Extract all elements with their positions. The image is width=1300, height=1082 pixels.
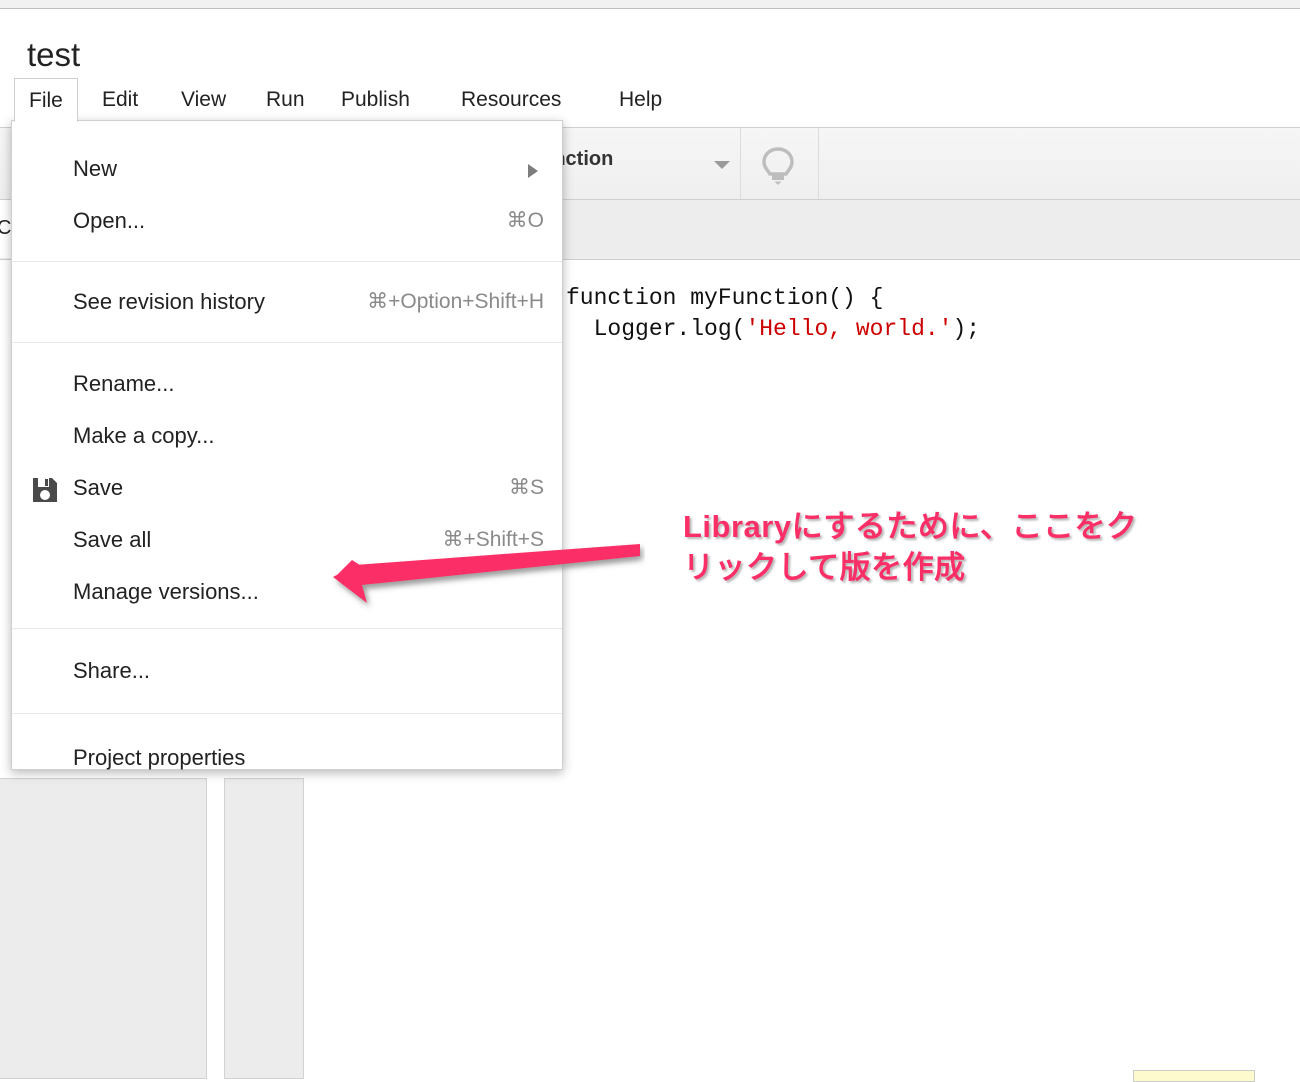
toolbar-divider (740, 128, 741, 199)
menu-item-label: Make a copy... (73, 423, 215, 448)
menu-item-label: Manage versions... (73, 579, 259, 604)
menubar-item-view[interactable]: View (167, 78, 240, 122)
menubar-item-run[interactable]: Run (252, 78, 319, 122)
menu-item-rename[interactable]: Rename... (12, 358, 562, 410)
save-floppy-icon (31, 474, 59, 502)
menubar-item-resources[interactable]: Resources (447, 78, 575, 122)
annotation-text: Libraryにするために、ここをク リックして版を作成 (683, 506, 1137, 588)
menu-group: Share... (12, 629, 562, 714)
menu-item-shortcut: ⌘O (506, 209, 544, 232)
menu-item-open[interactable]: Open... ⌘O (12, 195, 562, 247)
menubar-item-label: Publish (341, 88, 410, 111)
highlight-box (1133, 1070, 1255, 1082)
menubar-item-label: File (29, 89, 63, 112)
menu-item-make-a-copy[interactable]: Make a copy... (12, 410, 562, 462)
left-pointing-arrow (333, 544, 640, 603)
menubar-item-label: View (181, 88, 227, 111)
menu-item-label: Save (73, 475, 124, 500)
menu-item-share[interactable]: Share... (12, 645, 562, 697)
menubar-item-help[interactable]: Help (605, 78, 676, 122)
menu-item-label: See revision history (73, 289, 265, 314)
menubar-item-label: Help (619, 88, 663, 111)
menu-group: See revision history ⌘+Option+Shift+H (12, 262, 562, 343)
window-top-strip (0, 0, 1300, 9)
file-menu-dropdown[interactable]: New Open... ⌘O See revision history ⌘+Option… (11, 120, 563, 770)
menu-item-new[interactable]: New (12, 143, 562, 195)
menu-item-save[interactable]: Save ⌘S (12, 462, 562, 514)
code-line-2-suffix: ); (952, 316, 981, 342)
code-line-1: function myFunction() { (566, 285, 884, 311)
menu-group: Project properties (12, 714, 562, 802)
menu-item-shortcut: ⌘+Option+Shift+H (367, 290, 544, 313)
code-content: function myFunction() { Logger.log('Hell… (566, 283, 980, 345)
menubar-item-label: Edit (102, 88, 139, 111)
menubar-item-edit[interactable]: Edit (88, 78, 152, 122)
menu-item-project-properties[interactable]: Project properties (12, 732, 562, 784)
code-line-2-string: 'Hello, world.' (745, 316, 953, 342)
menubar-item-publish[interactable]: Publish (327, 78, 424, 122)
bottom-left-panel (0, 778, 207, 1079)
annotation-line-1: Libraryにするために、ここをク (683, 509, 1138, 544)
menu-item-label: Share... (73, 658, 151, 683)
menubar-item-label: Run (266, 88, 305, 111)
menubar-item-label: Resources (461, 88, 562, 111)
menubar-item-file[interactable]: File (14, 78, 78, 122)
chevron-right-icon (528, 164, 538, 178)
menu-item-label: Save all (73, 527, 152, 552)
annotation-line-2: リックして版を作成 (683, 550, 966, 585)
page-title: test (27, 36, 81, 73)
menu-item-label: Open... (73, 208, 146, 233)
toolbar-divider (818, 128, 819, 199)
menu-item-label: Project properties (73, 745, 246, 770)
menubar: File Edit View Run Publish Resources Help (0, 78, 1300, 122)
menu-item-see-revision-history[interactable]: See revision history ⌘+Option+Shift+H (12, 276, 562, 328)
lightbulb-icon[interactable] (756, 144, 800, 188)
chevron-down-icon (714, 161, 730, 169)
menu-item-shortcut: ⌘S (508, 476, 544, 499)
menu-group: New Open... ⌘O (12, 121, 562, 262)
menu-item-label: New (73, 156, 118, 181)
bottom-secondary-panel (224, 778, 304, 1079)
code-line-2-prefix: Logger.log( (566, 316, 746, 342)
menu-item-label: Rename... (73, 371, 175, 396)
